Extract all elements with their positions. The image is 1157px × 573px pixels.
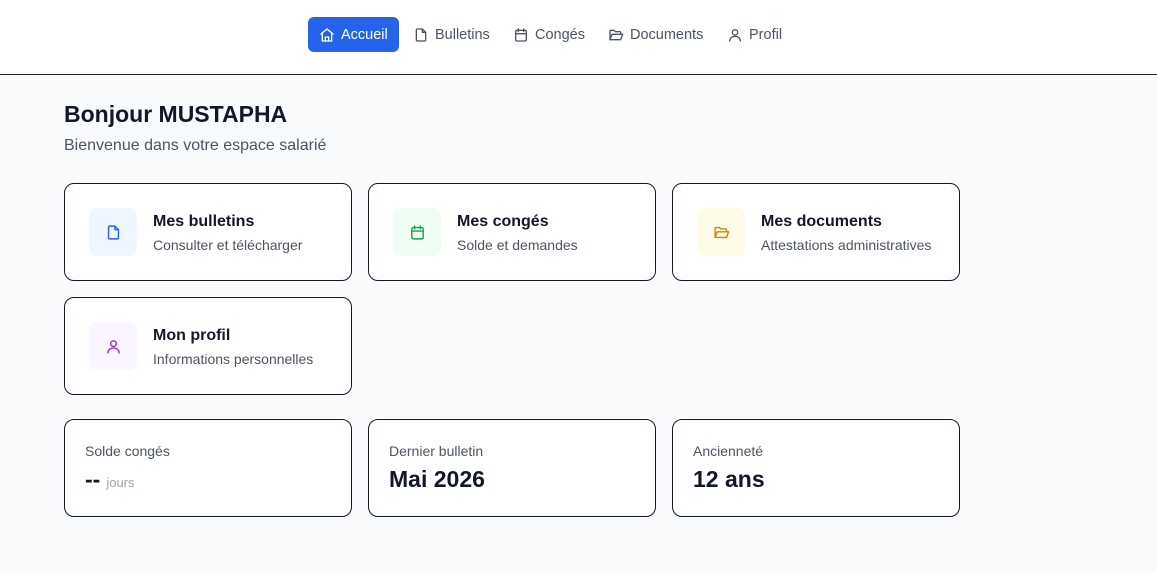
card-icon-box	[89, 208, 137, 256]
card-title: Mes bulletins	[153, 213, 255, 230]
stat-label: Ancienneté	[693, 443, 764, 459]
user-icon	[729, 28, 741, 42]
calendar-icon	[410, 224, 424, 240]
card-icon-box	[89, 322, 137, 370]
stat-value: 12 ans	[693, 466, 765, 492]
nav-item-label: Accueil	[341, 26, 388, 43]
nav-item-label: Documents	[630, 26, 704, 43]
home-icon	[320, 27, 334, 42]
card-description: Solde et demandes	[457, 237, 578, 253]
nav-item-label: Bulletins	[435, 26, 490, 43]
nav-item-conges[interactable]: Congés	[502, 17, 596, 52]
stat-label: Dernier bulletin	[389, 443, 484, 459]
card-mon-profil[interactable]: Mon profil Informations personnelles	[64, 297, 352, 395]
card-mes-bulletins[interactable]: Mes bulletins Consulter et télécharger	[64, 183, 352, 281]
stat-value: Mai 2026	[389, 466, 485, 492]
nav-item-accueil[interactable]: Accueil	[308, 17, 399, 52]
stat-value-wrapper: -- jours	[85, 466, 135, 493]
folder-open-icon	[609, 29, 624, 40]
card-description: Attestations administratives	[761, 237, 932, 253]
card-icon-box	[697, 208, 745, 256]
stat-unit: jours	[106, 475, 135, 490]
calendar-icon	[515, 27, 527, 42]
card-mes-conges[interactable]: Mes congés Solde et demandes	[368, 183, 656, 281]
card-icon-box	[393, 208, 441, 256]
card-title: Mon profil	[153, 327, 231, 344]
card-title: Mes congés	[457, 213, 549, 230]
folder-open-icon	[713, 226, 729, 238]
user-icon	[106, 339, 120, 354]
card-title: Mes documents	[761, 213, 882, 230]
nav-item-profil[interactable]: Profil	[716, 17, 793, 52]
stat-card-solde-conges: Solde congés -- jours	[64, 419, 352, 517]
file-icon	[415, 27, 427, 42]
nav-item-label: Congés	[535, 26, 585, 43]
card-description: Informations personnelles	[153, 351, 314, 367]
nav-item-bulletins[interactable]: Bulletins	[402, 17, 501, 52]
stat-card-dernier-bulletin: Dernier bulletin Mai 2026	[368, 419, 656, 517]
nav-item-label: Profil	[749, 26, 783, 43]
stat-card-anciennete: Ancienneté 12 ans	[672, 419, 960, 517]
stat-value: --	[85, 466, 101, 492]
card-mes-documents[interactable]: Mes documents Attestations administrativ…	[672, 183, 960, 281]
stat-label: Solde congés	[85, 443, 170, 459]
top-navbar: Accueil Bulletins Congés Documents Profi…	[0, 0, 1157, 75]
card-description: Consulter et télécharger	[153, 237, 303, 253]
file-icon	[107, 224, 119, 240]
page-title: Bonjour MUSTAPHA	[64, 101, 288, 127]
page-subtitle: Bienvenue dans votre espace salarié	[64, 137, 327, 154]
nav-item-documents[interactable]: Documents	[597, 17, 714, 52]
